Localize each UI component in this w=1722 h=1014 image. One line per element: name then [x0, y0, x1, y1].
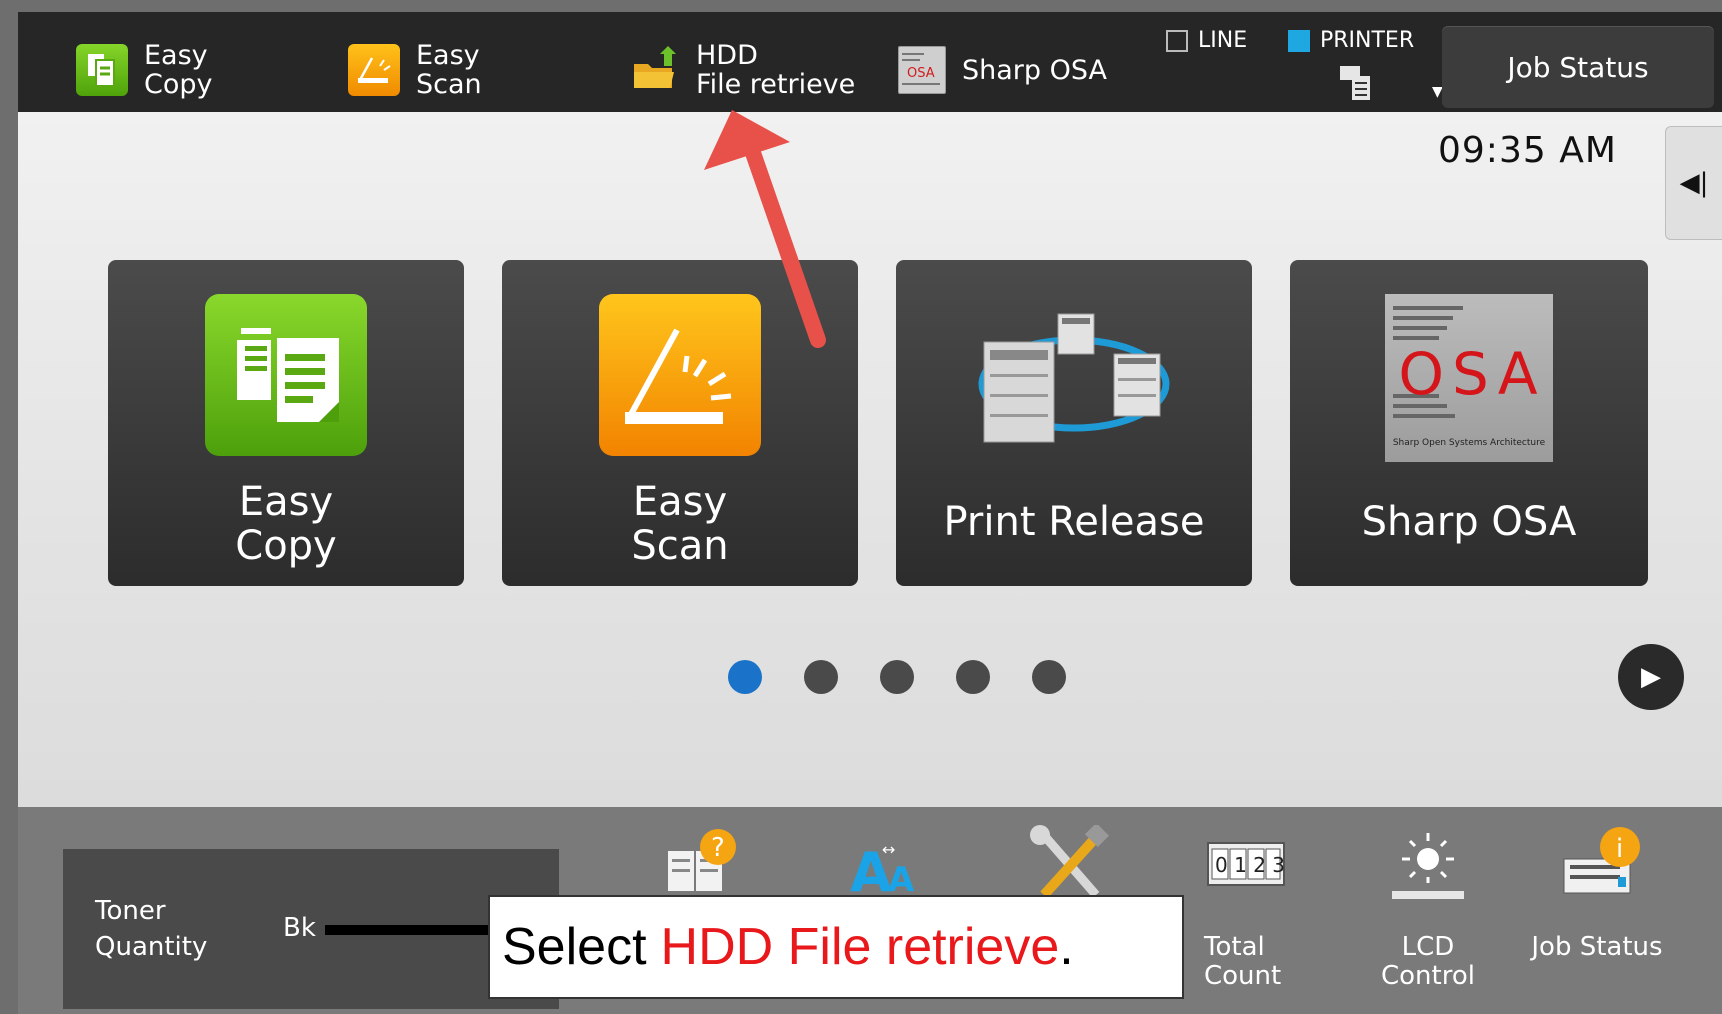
- shortcut-easy-scan[interactable]: Easy Scan: [348, 40, 482, 100]
- page-dot-1[interactable]: [728, 660, 762, 694]
- total-count-label-line1: Total: [1204, 932, 1265, 962]
- instruction-callout: Select HDD File retrieve.: [488, 895, 1184, 999]
- font-size-icon[interactable]: A A ↔: [836, 825, 936, 905]
- callout-suffix: .: [1059, 918, 1074, 976]
- sharp-osa-icon: OSA: [898, 46, 946, 94]
- shortcut-label-line1: Easy: [144, 40, 208, 71]
- toner-label-line2: Quantity: [95, 932, 208, 962]
- total-count-label[interactable]: Total Count: [1204, 933, 1294, 991]
- lcd-control-label-line2: Control: [1381, 961, 1475, 991]
- printer-status: PRINTER: [1288, 28, 1414, 53]
- settings-tools-icon[interactable]: [1018, 822, 1118, 905]
- line-status-indicator: [1166, 29, 1188, 52]
- home-main: 09:35 AM ◀| Easy Copy Easy Scan Print Re…: [18, 112, 1722, 807]
- osa-logo-text: OSA: [1398, 340, 1546, 408]
- svg-text:↔: ↔: [882, 840, 895, 859]
- svg-text:i: i: [1616, 834, 1623, 864]
- next-page-button[interactable]: ▶: [1618, 644, 1684, 710]
- line-status: LINE: [1166, 28, 1247, 53]
- page-dot-2[interactable]: [804, 660, 838, 694]
- tile-icon-wrap: [502, 294, 858, 456]
- tile-easy-copy[interactable]: Easy Copy: [108, 260, 464, 586]
- shortcut-hdd-file-retrieve[interactable]: HDD File retrieve: [628, 40, 855, 100]
- side-panel-toggle[interactable]: ◀|: [1665, 126, 1722, 240]
- clock: 09:35 AM: [1438, 130, 1617, 171]
- top-bar: Easy Copy Easy Scan HDD File retrieve OSA S…: [18, 12, 1722, 112]
- total-count-icon[interactable]: 0 1 2 3: [1194, 825, 1294, 905]
- lcd-control-label[interactable]: LCD Control: [1366, 933, 1490, 991]
- easy-scan-large-icon: [599, 294, 761, 456]
- tile-easy-scan[interactable]: Easy Scan: [502, 260, 858, 586]
- lcd-brightness-icon[interactable]: [1378, 825, 1478, 905]
- shortcut-label-line1: HDD: [696, 40, 758, 71]
- svg-text:OSA: OSA: [907, 66, 935, 81]
- sharp-osa-large-icon: OSA Sharp Open Systems Architecture: [1385, 294, 1553, 462]
- easy-copy-icon: [76, 44, 128, 96]
- callout-highlight: HDD File retrieve: [660, 918, 1060, 976]
- job-status-icon[interactable]: i: [1548, 825, 1648, 905]
- toner-label-line1: Toner: [95, 896, 166, 926]
- screen: Easy Copy Easy Scan HDD File retrieve OSA S…: [18, 12, 1722, 1014]
- shortcut-sharp-osa[interactable]: OSA Sharp OSA: [898, 40, 1107, 100]
- shortcut-label-line2: Scan: [416, 69, 482, 100]
- toner-level-bar: [325, 925, 505, 935]
- shortcut-label: Sharp OSA: [962, 54, 1107, 86]
- tile-icon-wrap: [896, 294, 1252, 456]
- lcd-control-label-line1: LCD: [1401, 932, 1455, 962]
- easy-copy-large-icon: [205, 294, 367, 456]
- tile-label-line1: Easy: [238, 479, 334, 525]
- tile-print-release[interactable]: Print Release: [896, 260, 1252, 586]
- page-dot-3[interactable]: [880, 660, 914, 694]
- tile-icon-wrap: [108, 294, 464, 456]
- printer-icon: [1338, 64, 1382, 108]
- hdd-file-retrieve-icon: [628, 44, 680, 96]
- shortcut-label-line2: Copy: [144, 69, 213, 100]
- play-next-icon: ▶: [1641, 662, 1661, 692]
- toner-label: Toner Quantity: [95, 893, 207, 965]
- shortcut-label-line1: Easy: [416, 40, 480, 71]
- toner-quantity-panel: Toner Quantity Bk: [63, 849, 559, 1009]
- device-frame: Easy Copy Easy Scan HDD File retrieve OSA S…: [0, 0, 1722, 1014]
- page-dot-5[interactable]: [1032, 660, 1066, 694]
- osa-subtitle: Sharp Open Systems Architecture: [1392, 438, 1546, 448]
- tile-label: Easy Copy: [108, 480, 464, 568]
- printer-status-indicator: [1288, 29, 1310, 52]
- svg-text:A: A: [888, 860, 915, 900]
- job-status-label[interactable]: Job Status: [1508, 933, 1686, 962]
- page-dot-4[interactable]: [956, 660, 990, 694]
- collapse-left-icon: ◀|: [1679, 168, 1709, 198]
- tile-label-line2: Copy: [235, 523, 337, 569]
- shortcut-easy-copy[interactable]: Easy Copy: [76, 40, 213, 100]
- tile-label: Sharp OSA: [1361, 499, 1577, 545]
- callout-prefix: Select: [502, 918, 647, 976]
- toner-color-label: Bk: [283, 913, 316, 943]
- page-indicator: [18, 660, 1722, 694]
- tile-sharp-osa[interactable]: OSA Sharp Open Systems Architecture Shar…: [1290, 260, 1648, 586]
- tile-label-line1: Easy: [632, 479, 728, 525]
- tile-label-line2: Scan: [631, 523, 729, 569]
- tile-icon-wrap: OSA Sharp Open Systems Architecture: [1290, 294, 1648, 462]
- shortcut-label-line2: File retrieve: [696, 69, 856, 100]
- easy-scan-icon: [348, 44, 400, 96]
- tile-label: Print Release: [943, 499, 1205, 545]
- job-status-button[interactable]: Job Status: [1442, 26, 1714, 108]
- total-count-label-line2: Count: [1204, 961, 1282, 991]
- help-icon[interactable]: ?: [648, 825, 748, 905]
- tile-label: Easy Scan: [502, 480, 858, 568]
- print-release-icon: [974, 294, 1174, 456]
- line-status-label: LINE: [1198, 28, 1248, 53]
- svg-text:0 1 2 3: 0 1 2 3: [1215, 853, 1285, 877]
- printer-status-label: PRINTER: [1320, 28, 1415, 53]
- svg-text:?: ?: [711, 833, 725, 863]
